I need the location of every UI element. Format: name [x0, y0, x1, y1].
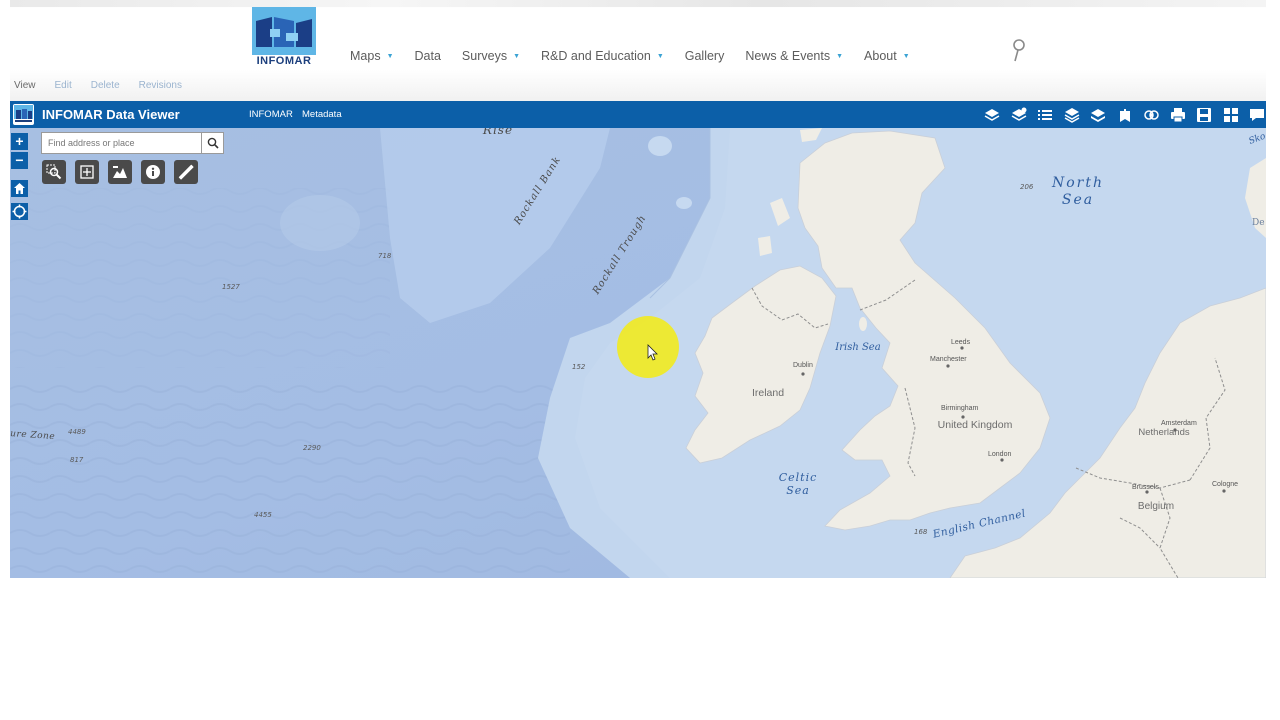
basemap-gallery-icon[interactable]	[1089, 106, 1107, 124]
label-celtic-sea-2: Sea	[786, 484, 810, 497]
caret-down-icon: ▼	[836, 52, 844, 60]
measure-button[interactable]	[174, 160, 198, 184]
label-ireland: Ireland	[752, 387, 784, 399]
depth-label: 168	[914, 528, 928, 536]
logo-text: INFOMAR	[256, 55, 312, 67]
measure-icon	[178, 164, 194, 180]
depth-label: 817	[70, 456, 84, 464]
elevation-profile-icon	[113, 166, 127, 178]
header-band	[10, 0, 1266, 7]
caret-down-icon: ▼	[513, 52, 521, 60]
label-dublin: Dublin	[793, 362, 813, 369]
layers-icon[interactable]	[983, 106, 1001, 124]
label-cologne: Cologne	[1212, 481, 1238, 488]
caret-down-icon: ▼	[656, 52, 664, 60]
nav-news-events[interactable]: News & Events ▼	[745, 49, 843, 63]
nav-about[interactable]: About ▼	[864, 49, 910, 63]
viewer-title: INFOMAR Data Viewer	[42, 107, 180, 122]
home-icon	[14, 183, 25, 194]
nav-gallery[interactable]: Gallery	[685, 49, 725, 63]
label-irish-sea: Irish Sea	[834, 342, 880, 353]
depth-label: 4489	[68, 428, 86, 436]
label-north-sea-1: North	[1051, 175, 1104, 191]
label-north-sea-2: Sea	[1062, 192, 1094, 208]
nav-data[interactable]: Data	[415, 49, 441, 63]
label-netherlands: Netherlands	[1138, 427, 1189, 438]
chat-icon[interactable]	[1248, 106, 1266, 124]
home-button[interactable]	[11, 180, 28, 197]
locate-button[interactable]	[11, 203, 28, 220]
metadata-link[interactable]: Metadata	[302, 109, 342, 120]
viewer-toolbar	[983, 101, 1266, 128]
identify-button[interactable]	[141, 160, 165, 184]
search-button[interactable]	[201, 133, 223, 153]
grid-icon[interactable]	[1222, 106, 1240, 124]
data-viewer: INFOMAR Data Viewer INFOMAR Metadata Ris…	[10, 101, 1266, 578]
caret-down-icon: ▼	[386, 52, 394, 60]
info-icon	[146, 165, 160, 179]
logo-mark	[252, 7, 316, 55]
tab-view[interactable]: View	[14, 80, 36, 91]
label-rise: Rise	[482, 128, 513, 137]
search-input[interactable]	[42, 133, 201, 153]
nav-surveys[interactable]: Surveys ▼	[462, 49, 520, 63]
label-birmingham: Birmingham	[941, 405, 979, 412]
nav-maps[interactable]: Maps ▼	[350, 49, 394, 63]
analysis-icon[interactable]	[1142, 106, 1160, 124]
geocoder-search	[41, 132, 224, 154]
nav-maps-label: Maps	[350, 49, 381, 63]
elevation-profile-button[interactable]	[108, 160, 132, 184]
label-london: London	[988, 451, 1011, 458]
admin-tabs: View Edit Delete Revisions	[14, 80, 201, 91]
layer-list-icon[interactable]	[1063, 106, 1081, 124]
zoom-area-icon	[46, 164, 62, 180]
nav-rd-education[interactable]: R&D and Education ▼	[541, 49, 664, 63]
depth-label: 718	[378, 252, 392, 260]
bookmark-icon[interactable]	[1116, 106, 1134, 124]
nav-news-events-label: News & Events	[745, 49, 831, 63]
nav-gallery-label: Gallery	[684, 49, 725, 63]
viewer-header-bar: INFOMAR Data Viewer INFOMAR Metadata	[10, 101, 1266, 128]
caret-down-icon: ▼	[902, 52, 910, 60]
depth-label: 206	[1020, 183, 1034, 191]
label-united-kingdom: United Kingdom	[938, 419, 1013, 431]
nav-rd-education-label: R&D and Education	[541, 49, 651, 63]
print-icon[interactable]	[1169, 106, 1187, 124]
label-celtic-sea-1: Celtic	[779, 471, 818, 484]
tab-delete[interactable]: Delete	[91, 80, 120, 91]
infomar-logo[interactable]: INFOMAR	[252, 7, 316, 69]
nav-data-label: Data	[414, 49, 441, 63]
extent-button[interactable]	[75, 160, 99, 184]
zoom-out-button[interactable]: −	[11, 152, 28, 169]
zoom-area-button[interactable]	[42, 160, 66, 184]
depth-label: 1527	[222, 283, 240, 291]
map-canvas[interactable]: Rise Rockall Bank Rockall Trough North S…	[10, 128, 1266, 578]
infomar-link[interactable]: INFOMAR	[249, 109, 293, 120]
nav-surveys-label: Surveys	[461, 49, 508, 63]
label-manchester: Manchester	[930, 356, 967, 363]
main-nav: Maps ▼ Data Surveys ▼ R&D and Education ▼ G…	[350, 49, 931, 63]
label-brussels: Brussels	[1132, 484, 1159, 491]
layers-add-icon[interactable]	[1010, 106, 1028, 124]
basemap: Rise Rockall Bank Rockall Trough North S…	[10, 128, 1266, 578]
nav-about-label: About	[864, 49, 897, 63]
tab-revisions[interactable]: Revisions	[139, 80, 182, 91]
app-logo	[13, 104, 34, 125]
label-belgium: Belgium	[1138, 501, 1174, 512]
search-icon	[207, 137, 219, 149]
save-icon[interactable]	[1195, 106, 1213, 124]
depth-label: 152	[572, 363, 586, 371]
label-leeds: Leeds	[951, 339, 971, 346]
site-header: INFOMAR Maps ▼ Data Surveys ▼ R&D and Educ…	[10, 0, 1266, 101]
depth-label: 4455	[254, 511, 272, 519]
label-edge-de: De	[1252, 218, 1265, 228]
depth-label: 2290	[303, 444, 321, 452]
legend-list-icon[interactable]	[1036, 106, 1054, 124]
extent-icon	[80, 165, 94, 179]
label-amsterdam: Amsterdam	[1161, 420, 1197, 427]
tab-edit[interactable]: Edit	[55, 80, 72, 91]
search-icon[interactable]	[1010, 38, 1030, 64]
locate-icon	[12, 204, 27, 219]
zoom-in-button[interactable]: +	[11, 133, 28, 150]
